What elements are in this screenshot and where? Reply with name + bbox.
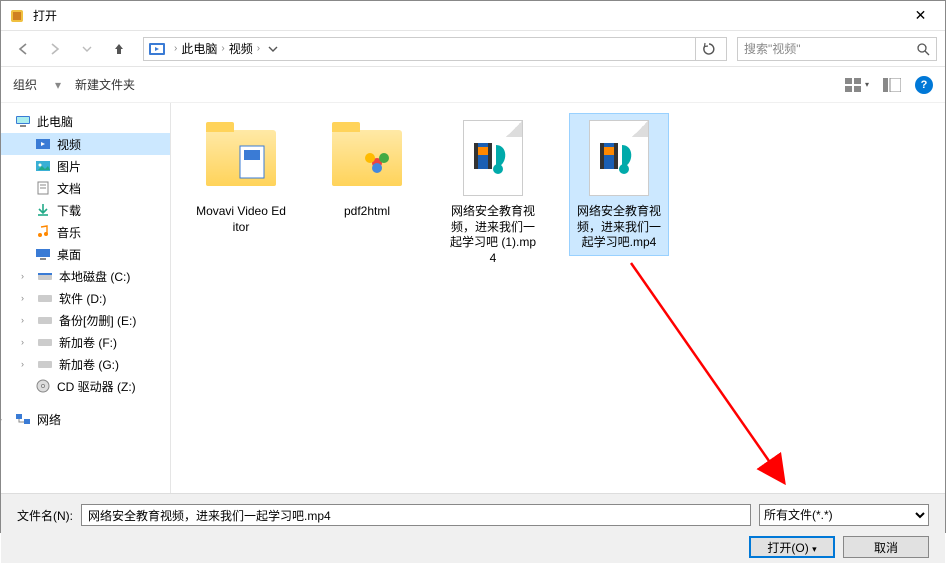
disk-icon — [37, 356, 53, 372]
window-title: 打开 — [33, 7, 898, 24]
refresh-button[interactable] — [695, 38, 722, 60]
close-button[interactable]: ✕ — [898, 1, 943, 30]
cd-icon — [35, 378, 51, 394]
sidebar-item-label: 音乐 — [57, 224, 81, 241]
desktop-icon — [35, 246, 51, 262]
sidebar-item-label: 新加卷 (F:) — [59, 334, 117, 351]
view-icons-button[interactable]: ▾ — [845, 78, 869, 92]
sidebar-item-music[interactable]: 音乐 — [1, 221, 170, 243]
sidebar-item-video[interactable]: 视频 — [1, 133, 170, 155]
sidebar: 此电脑 视频 图片 文档 下载 音乐 桌面 › 本地磁盘 (C:) — [1, 103, 171, 493]
sidebar-item-disk-f[interactable]: › 新加卷 (F:) — [1, 331, 170, 353]
help-button[interactable]: ? — [915, 76, 933, 94]
forward-button[interactable] — [41, 35, 69, 63]
filename-label: 文件名(N): — [17, 507, 73, 524]
breadcrumb-dropdown[interactable] — [264, 44, 282, 54]
navbar: › 此电脑 › 视频 › 搜索"视频" — [1, 31, 945, 67]
sidebar-item-disk-c[interactable]: › 本地磁盘 (C:) — [1, 265, 170, 287]
network-icon — [15, 411, 31, 427]
sidebar-item-cd[interactable]: CD 驱动器 (Z:) — [1, 375, 170, 397]
sidebar-item-label: 下载 — [57, 202, 81, 219]
breadcrumb[interactable]: › 此电脑 › 视频 › — [143, 37, 727, 61]
recent-dropdown[interactable] — [73, 35, 101, 63]
disk-icon — [37, 268, 53, 284]
disk-icon — [37, 290, 53, 306]
cancel-button[interactable]: 取消 — [843, 536, 929, 558]
music-icon — [35, 224, 51, 240]
view-preview-button[interactable] — [883, 78, 901, 92]
documents-icon — [35, 180, 51, 196]
file-item-video-selected[interactable]: 网络安全教育视频，进来我们一起学习吧.mp4 — [569, 113, 669, 256]
sidebar-item-label: 桌面 — [57, 246, 81, 263]
sidebar-item-pictures[interactable]: 图片 — [1, 155, 170, 177]
open-button[interactable]: 打开(O) ▾ — [749, 536, 835, 558]
chevron-right-icon: › — [21, 315, 31, 325]
folder-icon — [327, 118, 407, 198]
sidebar-item-label: 图片 — [57, 158, 81, 175]
sidebar-item-disk-e[interactable]: › 备份[勿删] (E:) — [1, 309, 170, 331]
chevron-right-icon: › — [21, 359, 31, 369]
bottom-bar: 文件名(N): 所有文件(*.*) 打开(O) ▾ 取消 — [1, 493, 945, 563]
sidebar-network[interactable]: › 网络 — [1, 407, 170, 431]
chevron-right-icon: › — [21, 337, 31, 347]
file-item-folder[interactable]: pdf2html — [317, 113, 417, 225]
sidebar-item-downloads[interactable]: 下载 — [1, 199, 170, 221]
folder-icon — [201, 118, 281, 198]
sidebar-item-desktop[interactable]: 桌面 — [1, 243, 170, 265]
organize-dropdown-icon[interactable]: ▾ — [55, 78, 61, 92]
pc-icon — [15, 113, 31, 129]
file-item-folder[interactable]: Movavi Video Editor — [191, 113, 291, 240]
organize-menu[interactable]: 组织 — [13, 76, 37, 93]
file-label: pdf2html — [322, 204, 412, 220]
app-icon — [9, 8, 25, 24]
sidebar-network-label: 网络 — [37, 411, 61, 428]
sidebar-item-documents[interactable]: 文档 — [1, 177, 170, 199]
sidebar-item-label: CD 驱动器 (Z:) — [57, 378, 136, 395]
breadcrumb-root[interactable]: 此电脑 — [181, 40, 217, 57]
breadcrumb-folder[interactable]: 视频 — [229, 40, 253, 57]
sidebar-item-label: 新加卷 (G:) — [59, 356, 119, 373]
toolbar: 组织 ▾ 新建文件夹 ▾ ? — [1, 67, 945, 103]
filetype-filter[interactable]: 所有文件(*.*) — [759, 504, 929, 526]
sidebar-item-disk-g[interactable]: › 新加卷 (G:) — [1, 353, 170, 375]
video-icon — [35, 136, 51, 152]
file-item-video[interactable]: 网络安全教育视频，进来我们一起学习吧 (1).mp4 — [443, 113, 543, 271]
downloads-icon — [35, 202, 51, 218]
disk-icon — [37, 312, 53, 328]
sidebar-item-label: 本地磁盘 (C:) — [59, 268, 130, 285]
file-label: 网络安全教育视频，进来我们一起学习吧 (1).mp4 — [448, 204, 538, 266]
pictures-icon — [35, 158, 51, 174]
titlebar: 打开 ✕ — [1, 1, 945, 31]
file-label: Movavi Video Editor — [196, 204, 286, 235]
sidebar-pc-label: 此电脑 — [37, 113, 73, 130]
sidebar-item-disk-d[interactable]: › 软件 (D:) — [1, 287, 170, 309]
video-library-icon — [148, 40, 166, 58]
filename-input[interactable] — [81, 504, 751, 526]
disk-icon — [37, 334, 53, 350]
sidebar-item-label: 软件 (D:) — [59, 290, 106, 307]
body-area: 此电脑 视频 图片 文档 下载 音乐 桌面 › 本地磁盘 (C:) — [1, 103, 945, 493]
chevron-right-icon: › — [21, 271, 31, 281]
file-view[interactable]: Movavi Video Editor pdf2html 网络安全教育视频，进来… — [171, 103, 945, 493]
sidebar-item-label: 文档 — [57, 180, 81, 197]
back-button[interactable] — [9, 35, 37, 63]
file-label: 网络安全教育视频，进来我们一起学习吧.mp4 — [574, 204, 664, 251]
search-input[interactable]: 搜索"视频" — [737, 37, 937, 61]
chevron-right-icon: › — [1, 414, 9, 424]
video-file-icon — [453, 118, 533, 198]
sidebar-this-pc[interactable]: 此电脑 — [1, 109, 170, 133]
new-folder-button[interactable]: 新建文件夹 — [75, 76, 135, 93]
sidebar-item-label: 视频 — [57, 136, 81, 153]
chevron-right-icon: › — [21, 293, 31, 303]
search-icon — [916, 42, 930, 56]
sidebar-item-label: 备份[勿删] (E:) — [59, 312, 136, 329]
up-button[interactable] — [105, 35, 133, 63]
search-placeholder: 搜索"视频" — [744, 40, 916, 57]
video-file-icon — [579, 118, 659, 198]
